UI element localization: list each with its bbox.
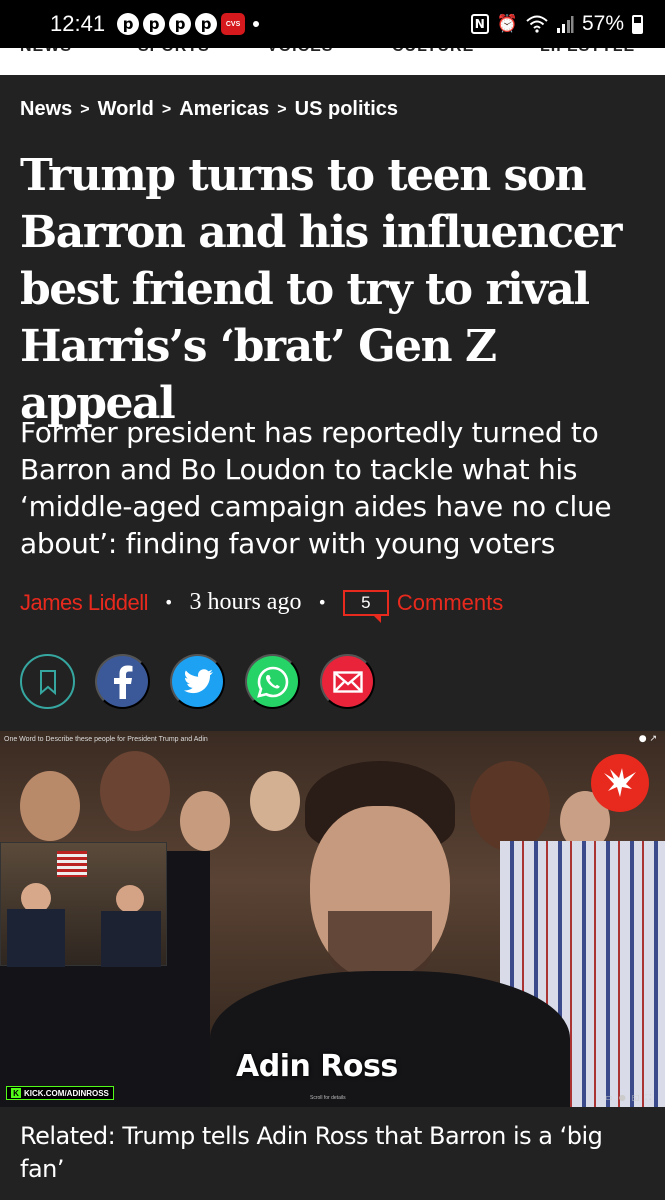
- video-name-caption: Adin Ross: [236, 1049, 398, 1084]
- wifi-icon: [526, 15, 548, 33]
- facebook-icon: [113, 665, 132, 699]
- byline: James Liddell • 3 hours ago • 5 Comments: [20, 589, 503, 623]
- scroll-hint: Scroll for details: [310, 1095, 346, 1101]
- inset-head-right: [116, 885, 144, 913]
- byline-bullet: •: [317, 593, 327, 612]
- facebook-share-button[interactable]: [95, 654, 150, 709]
- status-bar: 12:41 p p p p CVS N ⏰ 57%: [0, 0, 665, 48]
- kick-url: KICK.COM/ADINROSS: [24, 1088, 109, 1098]
- video-controls[interactable]: ▭●◱⛶: [605, 1093, 657, 1103]
- breadcrumb-americas[interactable]: Americas: [179, 98, 269, 121]
- subject-hoodie: [210, 971, 570, 1107]
- kick-icon: K: [11, 1088, 21, 1098]
- signal-icon: [556, 16, 574, 33]
- inset-thumbnail: [0, 842, 167, 967]
- byline-bullet: •: [164, 593, 174, 612]
- battery-percent: 57%: [581, 12, 624, 35]
- inset-suit-left: [7, 909, 65, 967]
- nav-item-news[interactable]: NEWS: [20, 48, 72, 56]
- whatsapp-icon: [256, 666, 288, 698]
- cvs-pharmacy-icon: CVS: [221, 13, 246, 35]
- kick-channel-tag[interactable]: K KICK.COM/ADINROSS: [6, 1086, 114, 1100]
- bookmark-icon: [39, 669, 56, 695]
- breadcrumb-separator: >: [80, 100, 90, 118]
- pinterest-icon: p: [117, 13, 140, 35]
- email-share-button[interactable]: [320, 654, 375, 709]
- inset-flag: [57, 851, 87, 877]
- article-headline: Trump turns to teen son Barron and his i…: [20, 150, 622, 429]
- breadcrumb-news[interactable]: News: [20, 98, 72, 121]
- bookmark-button[interactable]: [20, 654, 75, 709]
- section-nav: NEWS SPORTS VOICES CULTURE LIFESTYLE: [0, 48, 665, 75]
- comments-link[interactable]: Comments: [397, 590, 503, 616]
- breadcrumb: News > World > Americas > US politics: [20, 98, 398, 121]
- share-bar: [20, 654, 375, 709]
- twitter-share-button[interactable]: [170, 654, 225, 709]
- crowd-head: [20, 771, 80, 841]
- author-link[interactable]: James Liddell: [20, 590, 149, 616]
- independent-eagle-logo: [591, 754, 649, 812]
- email-icon: [332, 670, 363, 693]
- breadcrumb-us-politics[interactable]: US politics: [295, 98, 398, 121]
- nav-item-sports[interactable]: SPORTS: [138, 48, 210, 56]
- pinterest-icon: p: [195, 13, 218, 35]
- video-title: One Word to Describe these people for Pr…: [4, 736, 208, 743]
- video-player[interactable]: One Word to Describe these people for Pr…: [0, 731, 665, 1107]
- pinterest-icon: p: [143, 13, 166, 35]
- alarm-icon: ⏰: [496, 14, 518, 34]
- inset-suit-right: [101, 911, 161, 967]
- more-notifications-dot: [253, 21, 260, 27]
- article-standfirst: Former president has reportedly turned t…: [20, 416, 612, 560]
- breadcrumb-separator: >: [277, 100, 287, 118]
- pinterest-icon: p: [169, 13, 192, 35]
- nav-item-culture[interactable]: CULTURE: [392, 48, 474, 56]
- comment-count-badge[interactable]: 5: [342, 589, 389, 623]
- nav-item-lifestyle[interactable]: LIFESTYLE: [540, 48, 635, 56]
- publish-time: 3 hours ago: [189, 589, 302, 615]
- status-time: 12:41: [50, 11, 106, 36]
- twitter-icon: [183, 668, 213, 693]
- whatsapp-share-button[interactable]: [245, 654, 300, 709]
- breadcrumb-world[interactable]: World: [98, 98, 154, 121]
- nav-item-voices[interactable]: VOICES: [267, 48, 333, 56]
- breadcrumb-separator: >: [161, 100, 172, 118]
- battery-icon: [632, 14, 643, 34]
- nfc-icon: N: [470, 14, 489, 34]
- crowd-head: [100, 751, 170, 831]
- eagle-icon: [604, 768, 636, 797]
- related-article-link[interactable]: Related: Trump tells Adin Ross that Barr…: [20, 1120, 645, 1186]
- video-top-controls[interactable]: ● ↗: [639, 734, 657, 744]
- system-status: N ⏰ 57%: [470, 12, 643, 36]
